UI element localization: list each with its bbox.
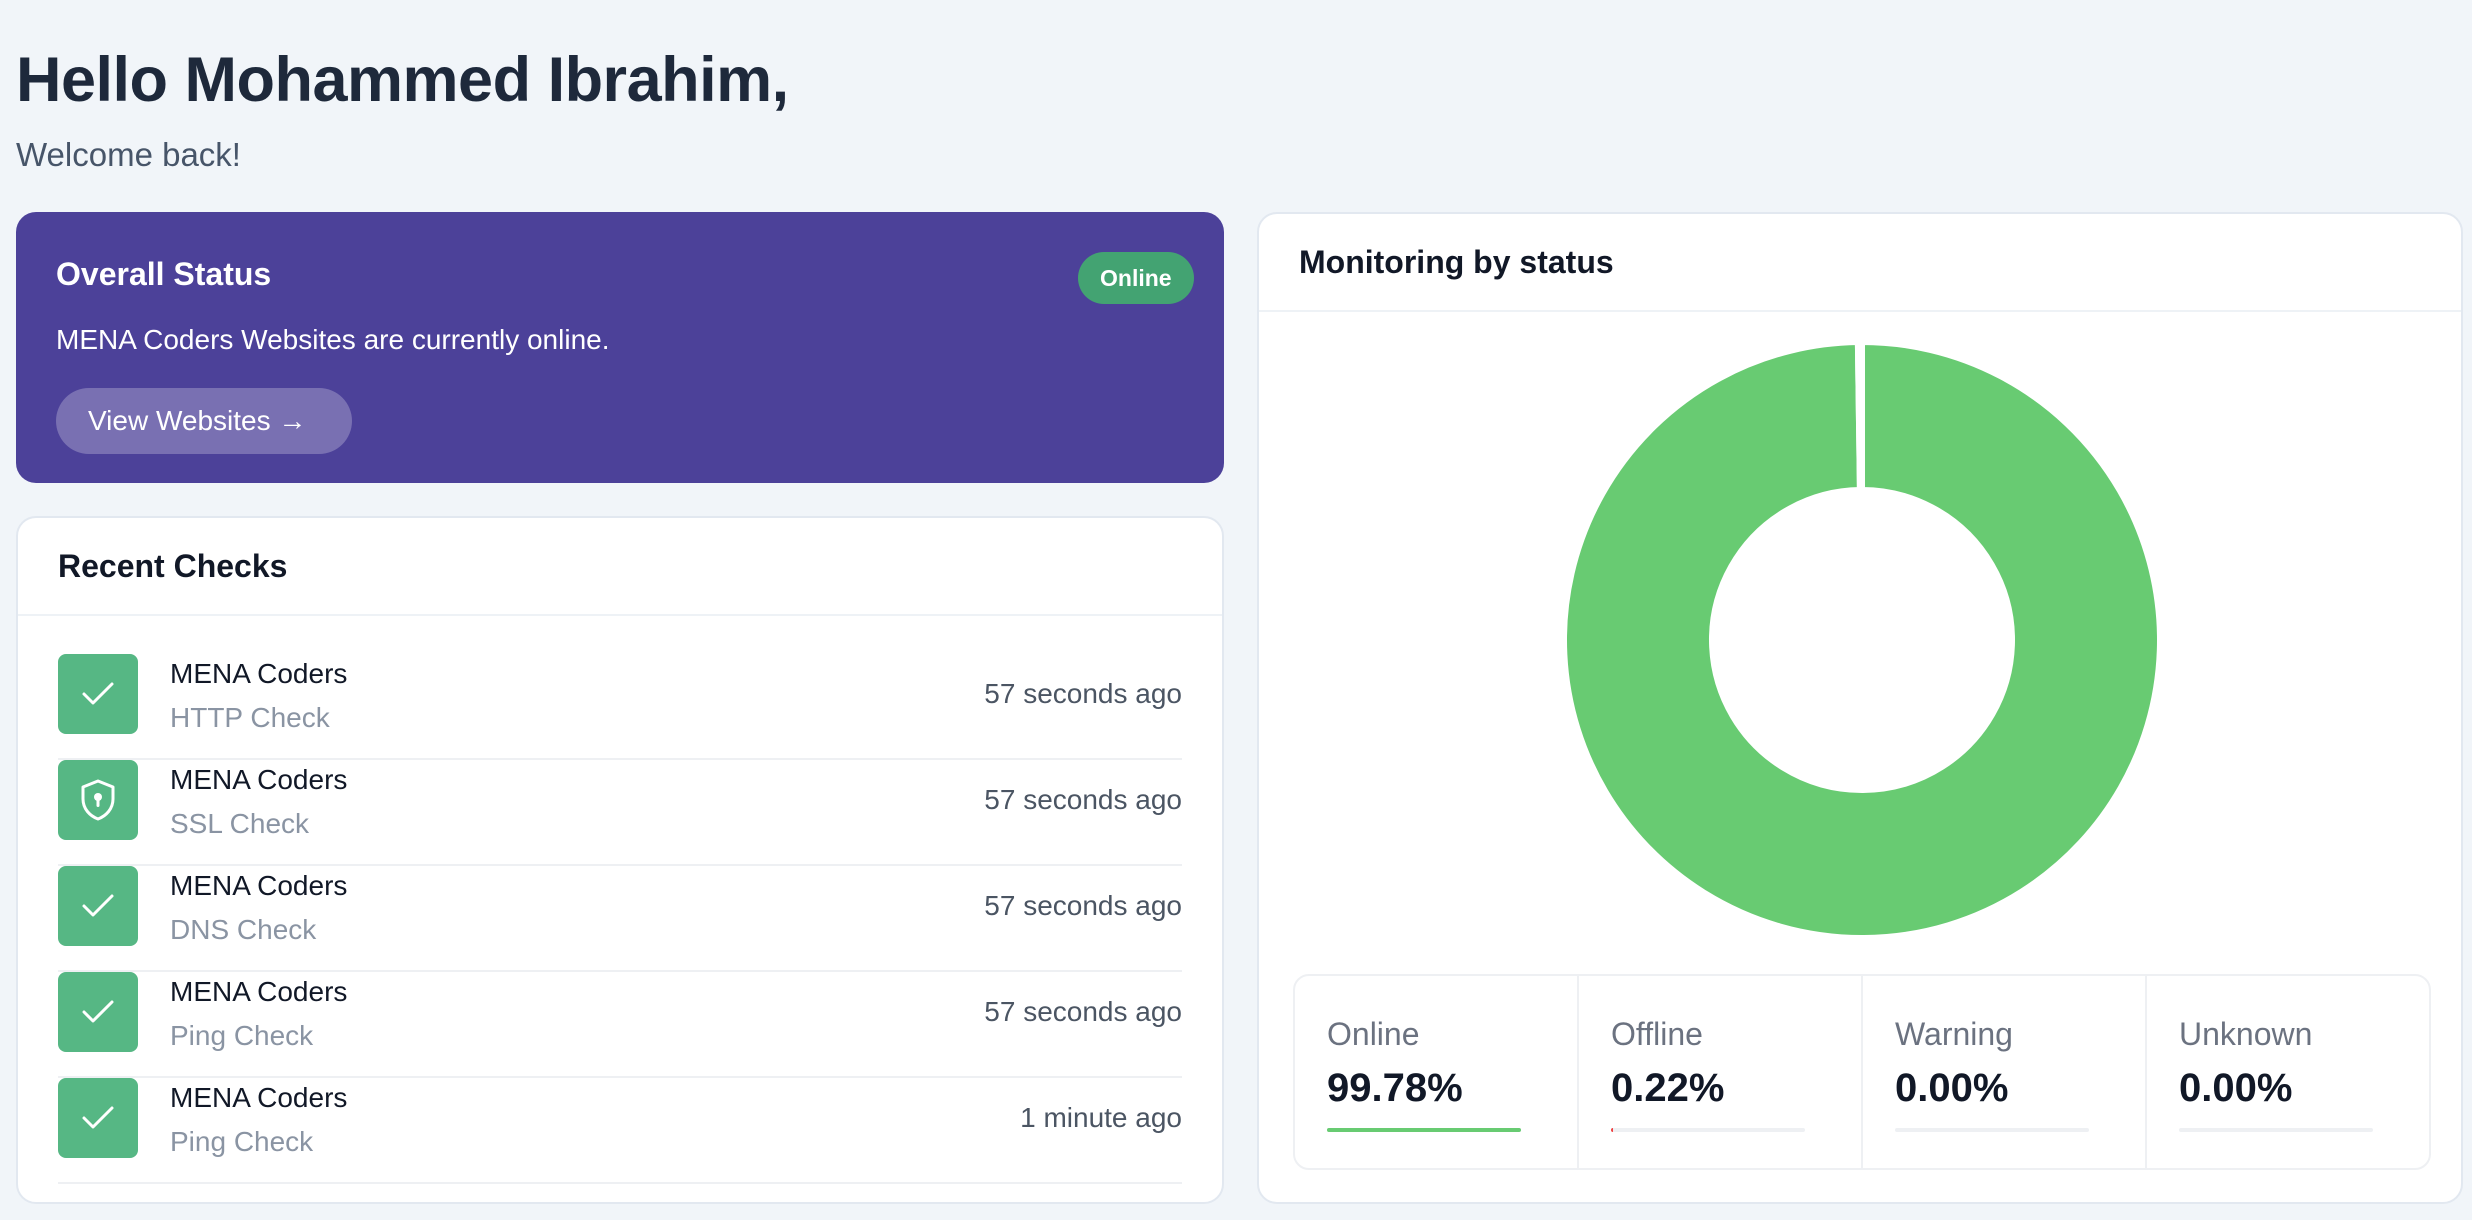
recent-checks-title: Recent Checks [58,547,288,584]
overall-status-title: Overall Status [56,256,272,292]
list-item[interactable]: MENA Coders Ping Check 1 minute ago [58,1078,1182,1184]
check-site-name: MENA Coders [170,870,348,901]
shield-icon [58,760,138,840]
recent-checks-list: MENA Coders HTTP Check 57 seconds ago ME… [58,654,1182,1184]
greeting-title: Hello Mohammed Ibrahim, [16,45,789,115]
check-type: Ping Check [170,1126,314,1157]
check-time: 57 seconds ago [984,996,1182,1027]
overall-status-description: MENA Coders Websites are currently onlin… [56,324,610,355]
monitoring-card: Monitoring by status Online 99.78% Offli… [1257,212,2463,1204]
overall-status-card: Overall Status Online MENA Coders Websit… [16,212,1224,483]
check-time: 57 seconds ago [984,678,1182,709]
stat-value: 99.78% [1327,1066,1463,1110]
check-site-name: MENA Coders [170,1082,348,1113]
check-site-name: MENA Coders [170,976,348,1007]
stat-online: Online 99.78% [1295,976,1579,1168]
view-websites-button[interactable]: View Websites → [56,388,352,454]
check-time: 1 minute ago [1020,1102,1182,1133]
check-icon [58,1078,138,1158]
check-type: HTTP Check [170,702,330,733]
check-type: SSL Check [170,808,310,839]
status-badge: Online [1078,252,1194,304]
stat-value: 0.00% [1895,1066,2009,1110]
stat-progress-track [1611,1128,1805,1132]
list-item[interactable]: MENA Coders HTTP Check 57 seconds ago [58,654,1182,760]
recent-checks-header: Recent Checks [18,518,1222,616]
stat-progress-fill [1611,1128,1613,1132]
status-donut-chart[interactable] [1562,340,2162,940]
monitoring-header: Monitoring by status [1259,214,2461,312]
check-site-name: MENA Coders [170,658,348,689]
stat-label: Unknown [2179,1016,2313,1052]
list-item[interactable]: MENA Coders Ping Check 57 seconds ago [58,972,1182,1078]
check-time: 57 seconds ago [984,784,1182,815]
stat-warning: Warning 0.00% [1863,976,2147,1168]
list-item[interactable]: MENA Coders SSL Check 57 seconds ago [58,760,1182,866]
stat-progress-track [1327,1128,1521,1132]
check-type: Ping Check [170,1020,314,1051]
stat-label: Warning [1895,1016,2013,1052]
status-stats-panel: Online 99.78% Offline 0.22% Warning 0.00… [1293,974,2431,1170]
check-time: 57 seconds ago [984,890,1182,921]
list-item[interactable]: MENA Coders DNS Check 57 seconds ago [58,866,1182,972]
stat-offline: Offline 0.22% [1579,976,1863,1168]
monitoring-title: Monitoring by status [1299,243,1614,280]
check-icon [58,972,138,1052]
check-icon [58,866,138,946]
stat-unknown: Unknown 0.00% [2147,976,2429,1168]
dashboard-page: Hello Mohammed Ibrahim, Welcome back! Ov… [0,0,2472,1220]
stat-label: Offline [1611,1016,1703,1052]
check-icon [58,654,138,734]
stat-value: 0.00% [2179,1066,2293,1110]
stat-progress-track [1895,1128,2089,1132]
greeting-subtitle: Welcome back! [16,136,241,173]
stat-progress-track [2179,1128,2373,1132]
recent-checks-card: Recent Checks MENA Coders HTTP Check 57 … [16,516,1224,1204]
check-type: DNS Check [170,914,317,945]
donut-slice-offline[interactable] [1854,340,1865,494]
check-site-name: MENA Coders [170,764,348,795]
stat-value: 0.22% [1611,1066,1725,1110]
stat-label: Online [1327,1016,1420,1052]
stat-progress-fill [1327,1128,1521,1132]
